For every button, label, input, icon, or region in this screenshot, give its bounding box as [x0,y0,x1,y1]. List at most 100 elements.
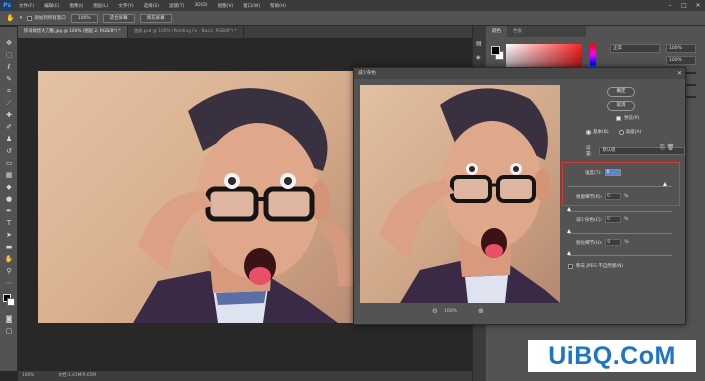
document-image[interactable] [38,71,368,323]
preserve-details-input[interactable]: 0 [605,193,622,200]
reduce-color-input[interactable]: 0 [605,216,622,223]
settings-label: 设置: [586,146,593,157]
photoshop-logo: Ps [0,0,14,11]
close-icon[interactable]: ✕ [677,68,682,79]
menu-bar: Ps 文件(F) 编辑(E) 图像(I) 图层(L) 文字(Y) 选择(S) 滤… [0,0,705,11]
options-bar: ✋ ▾ 添加到所有窗口 100% 适合屏幕 填充屏幕 [0,11,705,26]
reduce-color-slider-thumb[interactable] [567,229,571,233]
eyedropper-tool-icon[interactable]: ⟋ [4,99,14,108]
strength-slider-thumb[interactable] [663,182,667,186]
sharpen-details-slider[interactable] [568,255,672,256]
tab-document-2[interactable]: 油画.psd @ 100% (Painting Fx - Basic, RGB/… [128,26,244,38]
brush-tool-icon[interactable]: ✐ [4,123,14,132]
blur-tool-icon[interactable]: ◆ [4,183,14,192]
quick-select-tool-icon[interactable]: ✎ [4,75,14,84]
type-tool-icon[interactable]: T [4,219,14,228]
save-settings-icon[interactable]: ⎘ 🗑 [660,144,674,152]
screen-mode-icon[interactable]: ▢ [4,327,14,336]
mode-radio-group: 基本(B) 高级(A) [586,129,641,135]
panel-icon-2[interactable]: ◈ [476,54,481,61]
status-document-size: 文档:1.41M/9.65M [58,373,97,378]
menu-help[interactable]: 帮助(H) [265,3,291,9]
dodge-tool-icon[interactable]: ● [4,195,14,204]
menu-view[interactable]: 视图(V) [213,3,239,9]
preserve-details-slider[interactable] [568,211,672,212]
preview-image[interactable] [360,85,560,303]
menu-edit[interactable]: 编辑(E) [39,3,64,9]
fit-screen-button[interactable]: 适合屏幕 [102,13,135,23]
menu-type[interactable]: 文字(Y) [113,3,138,9]
reduce-color-label: 减少杂色(C): [576,217,603,223]
gradient-tool-icon[interactable]: ▦ [4,171,14,180]
reduce-color-slider[interactable] [568,233,672,234]
zoom-100-button[interactable]: 100% [70,13,98,23]
preview-checkbox-box [616,115,621,121]
minimize-icon[interactable]: – [663,0,677,11]
fill-field[interactable]: 100% [666,56,696,65]
menu-filter[interactable]: 滤镜(T) [164,3,189,9]
menu-select[interactable]: 选择(S) [139,3,164,9]
radio-basic[interactable]: 基本(B) [586,129,609,135]
radio-advanced-dot [618,129,624,135]
move-tool-icon[interactable]: ✥ [4,39,14,48]
maximize-icon[interactable]: □ [677,0,691,11]
radio-basic-dot [586,129,591,135]
all-windows-checkbox[interactable]: 添加到所有窗口 [27,15,66,21]
hand-tool-icon[interactable]: ✋ [4,255,14,264]
strength-row: 强度(T): 0 [585,169,621,176]
preserve-details-slider-thumb[interactable] [567,207,571,211]
hand-tool-icon[interactable]: ✋ [6,14,15,22]
menu-image[interactable]: 图像(I) [64,3,88,9]
quick-mask-icon[interactable]: ◙ [4,315,14,324]
menu-window[interactable]: 窗口(W) [238,3,265,9]
jpeg-artifact-label: 移去 JPEG 不自然感(N) [576,264,624,269]
more-tools-icon[interactable]: ⋯ [4,279,14,288]
checkbox-box [27,15,33,21]
checkbox-label: 添加到所有窗口 [34,16,66,21]
reduce-noise-dialog: 减少杂色 ✕ ⊖ 100% ⊕ 确定 取消 预览(P) 基本(B) 高级(A) … [353,67,686,325]
panel-icon-1[interactable]: ▤ [476,40,482,47]
menu-3d[interactable]: 3D(D) [189,3,212,8]
radio-advanced[interactable]: 高级(A) [618,129,641,135]
tab-document-1[interactable]: 惊讶搞怪大刀酷.jpg @ 100% (图层 2, RGB/8*) * [18,26,128,38]
close-icon[interactable]: ✕ [691,0,705,11]
path-select-tool-icon[interactable]: ➤ [4,231,14,240]
history-brush-tool-icon[interactable]: ↺ [4,147,14,156]
blend-mode-select[interactable]: 正常 [610,44,660,53]
panel-foreground-swatch[interactable] [491,46,500,55]
background-color-swatch[interactable] [7,298,15,306]
dropdown-arrow-icon[interactable]: ▾ [20,15,23,21]
menu-file[interactable]: 文件(F) [14,3,39,9]
strength-slider[interactable] [568,186,672,187]
marquee-tool-icon[interactable]: ⬚ [4,51,14,60]
shape-tool-icon[interactable]: ▬ [4,243,14,252]
sharpen-details-slider-thumb[interactable] [567,251,571,255]
zoom-tool-icon[interactable]: ⚲ [4,267,14,276]
preview-checkbox[interactable]: 预览(P) [616,115,639,121]
stamp-tool-icon[interactable]: ♟ [4,135,14,144]
ok-button[interactable]: 确定 [607,87,635,97]
tab-swatches[interactable]: 色板 [507,26,528,37]
eraser-tool-icon[interactable]: ▭ [4,159,14,168]
healing-tool-icon[interactable]: ✚ [4,111,14,120]
reduce-color-row: 减少杂色(C): 0 % [576,216,628,223]
preserve-details-unit: % [624,194,629,199]
sharpen-details-input[interactable]: 0 [605,239,622,246]
cancel-button[interactable]: 取消 [607,101,635,111]
crop-tool-icon[interactable]: ⌗ [4,87,14,96]
fill-screen-button[interactable]: 填充屏幕 [139,13,172,23]
tab-color[interactable]: 颜色 [486,26,507,37]
pen-tool-icon[interactable]: ✒ [4,207,14,216]
zoom-out-icon[interactable]: ⊖ [432,307,438,315]
strength-input[interactable]: 0 [604,169,621,176]
dialog-title: 减少杂色 [354,68,685,79]
preserve-details-label: 保留细节(R): [576,194,603,200]
menu-layer[interactable]: 图层(L) [88,3,113,9]
lasso-tool-icon[interactable]: ℓ [4,63,14,72]
opacity-field[interactable]: 100% [666,44,696,53]
sharpen-details-label: 锐化细节(H): [576,240,603,246]
site-watermark-logo: UiBQ.CoM [528,340,696,372]
panel-tabs: 颜色 色板 [486,26,586,37]
jpeg-artifact-checkbox[interactable]: 移去 JPEG 不自然感(N) [568,263,623,269]
zoom-in-icon[interactable]: ⊕ [478,307,484,315]
